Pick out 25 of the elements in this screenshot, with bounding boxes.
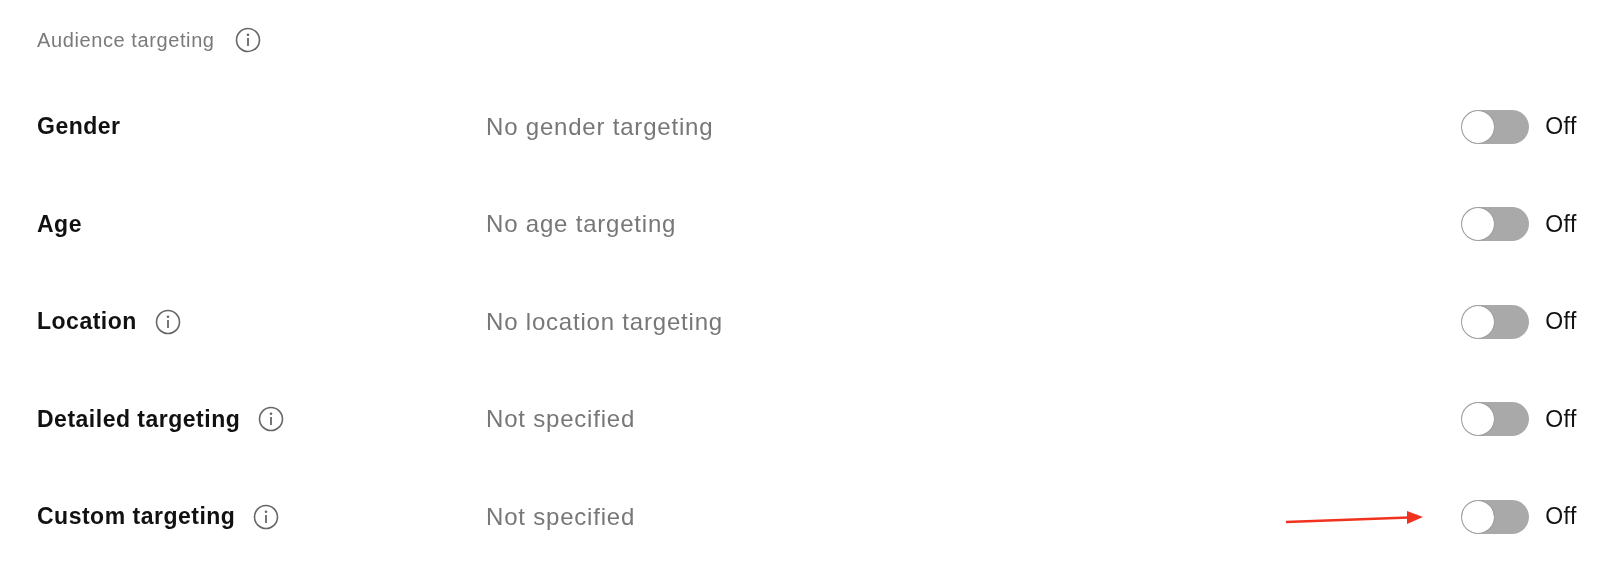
toggle-state: Off — [1545, 503, 1577, 531]
toggle-switch[interactable] — [1461, 304, 1530, 339]
row-label: Age — [37, 210, 82, 238]
row-label: Detailed targeting — [37, 405, 241, 433]
info-icon[interactable] — [154, 308, 181, 335]
row-label: Gender — [37, 113, 121, 141]
row-value: No location targeting — [486, 307, 723, 336]
toggle-switch[interactable] — [1461, 402, 1530, 437]
toggle-state: Off — [1545, 113, 1577, 141]
toggle-switch[interactable] — [1461, 207, 1530, 242]
toggle-state: Off — [1545, 210, 1577, 238]
row-label: Location — [37, 308, 137, 336]
info-icon[interactable] — [253, 503, 280, 530]
toggle-state: Off — [1545, 405, 1577, 433]
section-title: Audience targeting — [37, 28, 215, 52]
row-value: Not specified — [486, 405, 636, 434]
row-value: Not specified — [486, 502, 636, 531]
row-label: Custom targeting — [37, 503, 236, 531]
info-icon[interactable] — [234, 27, 261, 53]
toggle-switch[interactable] — [1461, 109, 1530, 144]
row-value: No gender targeting — [486, 112, 714, 141]
toggle-switch[interactable] — [1461, 499, 1530, 534]
info-icon[interactable] — [258, 406, 285, 433]
row-value: No age targeting — [486, 210, 677, 239]
toggle-state: Off — [1545, 308, 1577, 336]
